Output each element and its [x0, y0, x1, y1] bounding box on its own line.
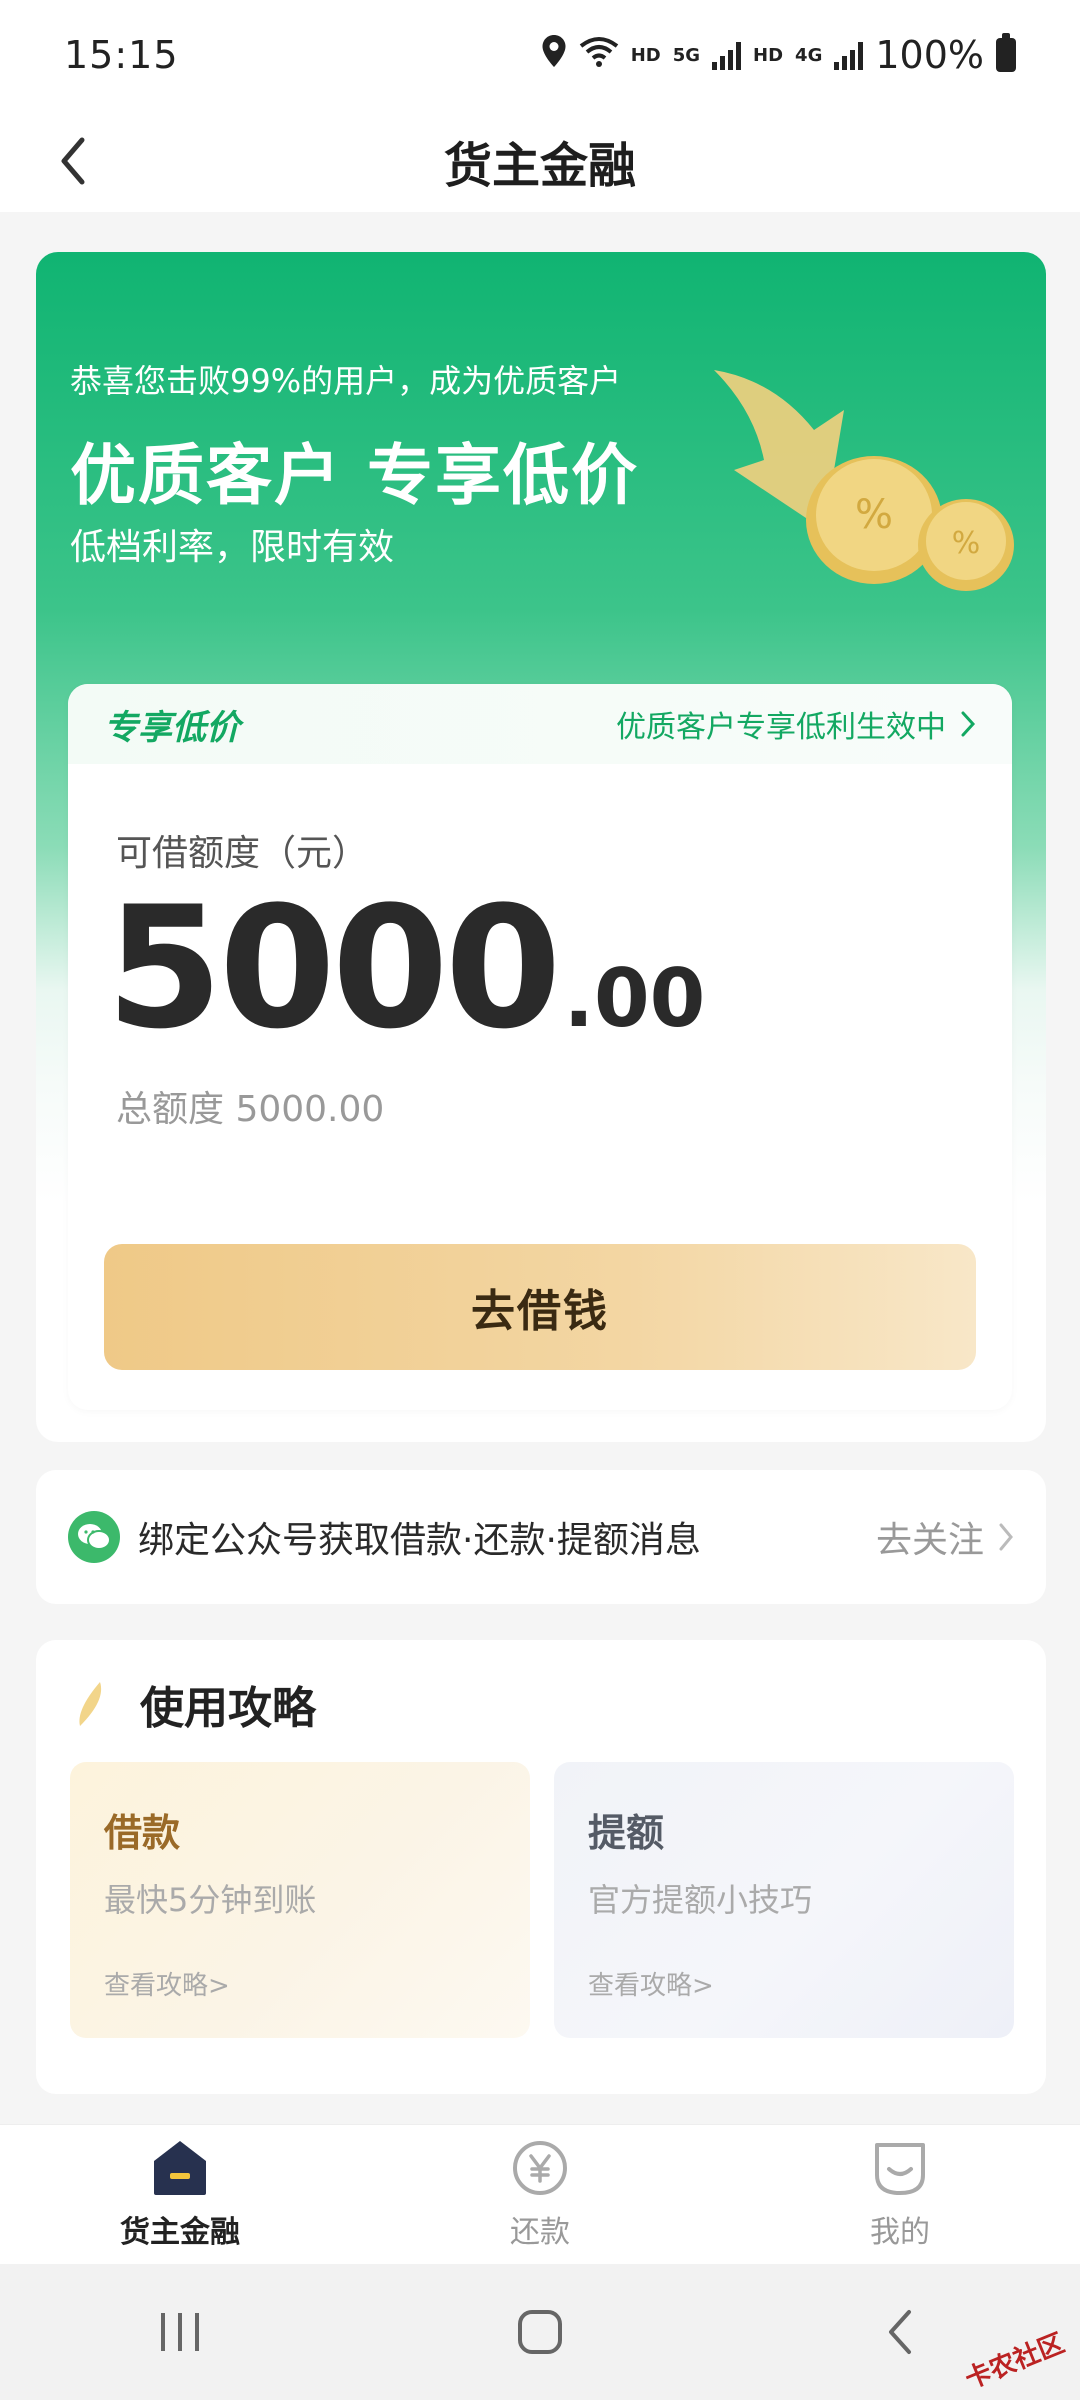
- system-back-button[interactable]: [850, 2292, 950, 2372]
- guide-card-subtitle: 最快5分钟到账: [104, 1881, 317, 1919]
- wechat-icon: [68, 1511, 120, 1563]
- borrow-button[interactable]: 去借钱: [104, 1244, 976, 1370]
- tab-label: 我的: [870, 2215, 930, 2250]
- credit-amount-decimal: .00: [563, 952, 706, 1045]
- available-credit-label: 可借额度（元）: [116, 833, 369, 874]
- 5g-label: 5G: [672, 44, 701, 66]
- recent-apps-icon: [161, 2313, 199, 2351]
- guide-card-link[interactable]: 查看攻略>: [104, 1965, 230, 2002]
- hd-label-1: HD: [630, 44, 661, 66]
- battery-percent: 100%: [875, 33, 984, 77]
- total-credit: 总额度 5000.00: [116, 1089, 385, 1130]
- follow-action[interactable]: 去关注: [876, 1511, 1014, 1563]
- location-icon: [541, 33, 567, 77]
- 4g-label: 4G: [795, 44, 823, 66]
- tab-label: 还款: [510, 2215, 570, 2250]
- wifi-icon: [579, 33, 619, 77]
- status-time: 15:15: [64, 33, 179, 77]
- credit-card: 专享低价 优质客户专享低利生效中 可借额度（元） 5000 .00 总额度 50…: [68, 684, 1012, 1410]
- hero-description: 低档利率，限时有效: [70, 527, 395, 568]
- follow-text: 绑定公众号获取借款·还款·提额消息: [138, 1520, 701, 1561]
- follow-action-label: 去关注: [875, 1520, 984, 1561]
- page-title: 货主金融: [443, 138, 636, 194]
- signal-icon-1: [712, 40, 742, 70]
- credit-amount-integer: 5000: [106, 870, 562, 1066]
- status-bar: 15:15 HD 5G HD 4G 100%: [0, 0, 1080, 110]
- guide-card-title: 提额: [588, 1811, 665, 1855]
- promo-text: 优质客户专享低利生效中: [616, 710, 946, 745]
- app-header: 货主金融: [0, 110, 1080, 212]
- system-navigation-bar: 卡农社区: [0, 2264, 1080, 2400]
- tab-label: 货主金融: [120, 2215, 240, 2250]
- guide-card-subtitle: 官方提额小技巧: [588, 1881, 813, 1919]
- home-button[interactable]: [490, 2292, 590, 2372]
- hero-subtitle: 恭喜您击败99%的用户，成为优质客户: [70, 362, 622, 400]
- guide-card-loan[interactable]: 借款 最快5分钟到账 查看攻略>: [70, 1762, 530, 2038]
- back-arrow-icon: [889, 2310, 911, 2354]
- bottom-tab-bar: 货主金融 还款 我的: [0, 2124, 1080, 2264]
- battery-icon: [996, 33, 1016, 72]
- feather-icon: [79, 1682, 102, 1726]
- home-icon: [151, 2139, 209, 2197]
- svg-text:%: %: [952, 526, 981, 561]
- yen-icon: [511, 2139, 569, 2197]
- guide-card-title: 借款: [104, 1811, 181, 1855]
- recent-apps-button[interactable]: [130, 2292, 230, 2372]
- guide-title: 使用攻略: [140, 1683, 316, 1734]
- watermark: 卡农社区: [961, 2328, 1069, 2396]
- svg-text:%: %: [855, 492, 893, 538]
- chevron-right-icon: [999, 1523, 1013, 1551]
- tab-finance[interactable]: 货主金融: [0, 2125, 360, 2264]
- signal-icon-2: [834, 40, 864, 70]
- wechat-follow-bar[interactable]: 绑定公众号获取借款·还款·提额消息 去关注: [36, 1470, 1046, 1604]
- hd-label-2: HD: [753, 44, 784, 66]
- tab-mine[interactable]: 我的: [720, 2125, 1080, 2264]
- credit-card-header: 专享低价 优质客户专享低利生效中: [68, 684, 1012, 764]
- hero-banner: 恭喜您击败99%的用户，成为优质客户 优质客户 专享低价 低档利率，限时有效 %…: [36, 252, 1046, 1442]
- credit-amount: 5000 .00: [106, 884, 705, 1052]
- promo-link[interactable]: 优质客户专享低利生效中: [616, 702, 976, 746]
- usage-guide: 使用攻略 借款 最快5分钟到账 查看攻略> 提额 官方提额小技巧 查看攻略>: [36, 1640, 1046, 2094]
- coins-illustration: % %: [714, 370, 1014, 591]
- guide-card-link[interactable]: 查看攻略>: [588, 1965, 714, 2002]
- hero-headline: 优质客户 专享低价: [70, 437, 639, 514]
- profile-icon: [871, 2139, 929, 2197]
- tab-repay[interactable]: 还款: [360, 2125, 720, 2264]
- status-icons: HD 5G HD 4G 100%: [541, 33, 1016, 77]
- chevron-left-icon: [61, 137, 85, 185]
- home-square-icon: [518, 2310, 562, 2354]
- chevron-right-icon: [961, 711, 976, 737]
- exclusive-badge: 专享低价: [104, 707, 240, 748]
- back-button[interactable]: [40, 128, 106, 194]
- guide-card-raise[interactable]: 提额 官方提额小技巧 查看攻略>: [554, 1762, 1014, 2038]
